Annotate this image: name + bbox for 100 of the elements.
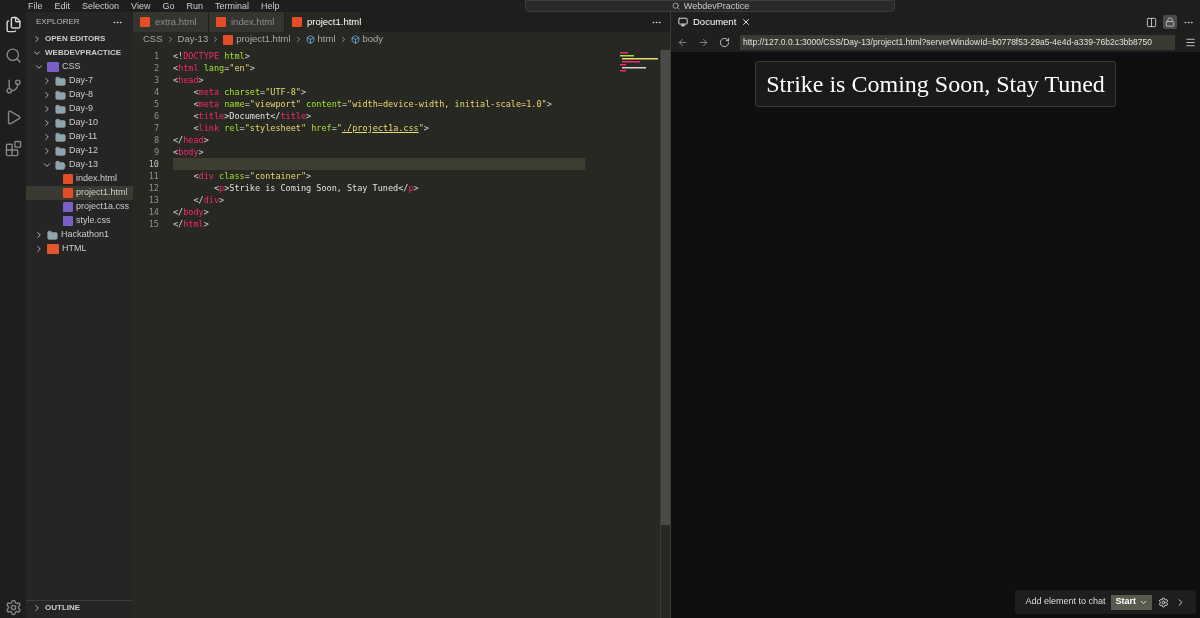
tree-item[interactable]: project1a.css [26,200,133,214]
line-number: 15 [147,217,160,231]
folder-icon [55,159,66,171]
scrollbar-thumb[interactable] [661,50,670,525]
split-icon[interactable] [1146,16,1157,28]
code-line: <p>Strike is Coming Soon, Stay Tuned</p> [212,182,420,194]
tree-item[interactable]: project1.html [26,186,133,200]
code-line: <link rel="stylesheet" href="./project1a.css"> [192,122,430,134]
breadcrumb-item[interactable]: html [317,32,336,47]
section-header[interactable]: OPEN EDITORS [26,32,133,46]
folder-icon [55,117,66,129]
editor-tab[interactable]: extra.html [133,12,209,32]
menu-item[interactable]: Terminal [208,0,255,12]
code-line: </head> [173,134,210,146]
back-icon[interactable] [677,36,688,48]
line-number: 13 [147,193,160,207]
forward-icon[interactable] [698,36,709,48]
breadcrumb-item[interactable]: body [362,32,384,47]
menu-item[interactable]: Run [180,0,209,12]
breadcrumb-item[interactable]: CSS [143,32,163,47]
tree-item[interactable]: Day-10 [26,116,133,130]
line-number: 4 [152,85,160,99]
line-number: 1 [152,49,160,63]
tree-item[interactable]: Hackathon1 [26,228,133,242]
element-icon [350,35,360,44]
browser-icon [678,17,688,27]
tree-item[interactable]: Day-9 [26,102,133,116]
code-line: <meta charset="UTF-8"> [192,86,308,98]
code-line: <html lang="en"> [173,62,256,74]
tree-item[interactable]: Day-12 [26,144,133,158]
tree-item[interactable]: style.css [26,214,133,228]
search-icon[interactable] [4,47,22,64]
code-line: <!DOCTYPE html> [173,50,251,62]
code-line: <div class="container"> [192,170,313,182]
tree-item[interactable]: index.html [26,172,133,186]
code-line: <meta name="viewport" content="width=device-width, initial-scale=1.0"> [192,98,553,110]
breadcrumb-item[interactable]: Day-13 [177,32,209,47]
line-number: 2 [152,61,160,75]
line-number: 10 [147,157,160,171]
html-file-icon [140,17,150,27]
page-heading: Strike is Coming Soon, Stay Tuned [766,71,1105,97]
editor-tab[interactable]: index.html [209,12,285,32]
lock-icon [1165,17,1175,27]
code-line: </body> [173,206,210,218]
breadcrumb-item[interactable]: project1.html [236,32,291,47]
code-line: <title>Document</title> [192,110,313,122]
tree-item[interactable]: Day-11 [26,130,133,144]
code-line: </div> [192,194,226,206]
folder-icon [55,145,66,157]
line-number: 3 [152,73,160,87]
menu-item[interactable]: Edit [48,0,77,12]
tree-item[interactable]: Day-7 [26,74,133,88]
line-number: 8 [152,133,160,147]
section-header[interactable]: WEBDEVPRACTICE [26,46,133,60]
line-number: 6 [152,109,160,123]
files-icon[interactable] [4,16,22,33]
menu-item[interactable]: Selection [76,0,126,12]
folder-icon [47,62,59,72]
folder-icon [55,89,66,101]
code-line: <body> [173,146,205,158]
lock-button[interactable] [1163,15,1177,29]
line-number: 14 [147,205,160,219]
editor-tab[interactable]: project1.html [285,12,361,32]
branch-icon[interactable] [4,78,22,95]
start-button[interactable]: Start [1111,594,1152,610]
element-icon [305,35,315,44]
chat-toolbar-label: Add element to chat [1025,595,1106,609]
reload-icon[interactable] [719,36,730,48]
chevron-down-icon [42,160,52,170]
html-file-icon [223,34,234,45]
tree-item[interactable]: Day-8 [26,88,133,102]
settings-icon[interactable] [4,599,22,616]
sidebar-title: EXPLORER [36,16,80,28]
menu-item[interactable]: Go [156,0,181,12]
folder-icon [47,229,58,241]
line-number: 5 [152,97,160,111]
menu-item[interactable]: Help [254,0,286,12]
line-number: 7 [152,121,160,135]
menu-item[interactable]: File [22,0,49,12]
html-file-icon [216,17,226,27]
html-file-icon [292,17,302,27]
code-line: </html> [173,218,210,230]
url-field[interactable]: http://127.0.0.1:3000/CSS/Day-13/project1.html?serverWindowId=b0778f53-29a5-4e4d-a339-76b2c3bb8750 [740,34,1175,50]
code-line: <head> [173,74,205,86]
close-icon[interactable] [741,17,752,27]
menu-item[interactable]: View [125,0,157,12]
tree-item[interactable]: Day-13 [26,158,133,172]
line-number: 12 [147,181,160,195]
tree-item[interactable]: HTML [26,242,133,256]
chevron-right-icon [32,34,42,44]
menu-icon[interactable] [1185,36,1196,48]
folder-icon [55,131,66,143]
folder-icon [55,103,66,115]
tree-item[interactable]: CSS [26,60,133,74]
chevron-right-icon [32,602,42,613]
line-number: 11 [147,169,160,183]
folder-icon [55,75,66,87]
folder-icon [47,244,59,254]
minimap-drawing [617,52,658,72]
extensions-icon[interactable] [4,140,22,157]
